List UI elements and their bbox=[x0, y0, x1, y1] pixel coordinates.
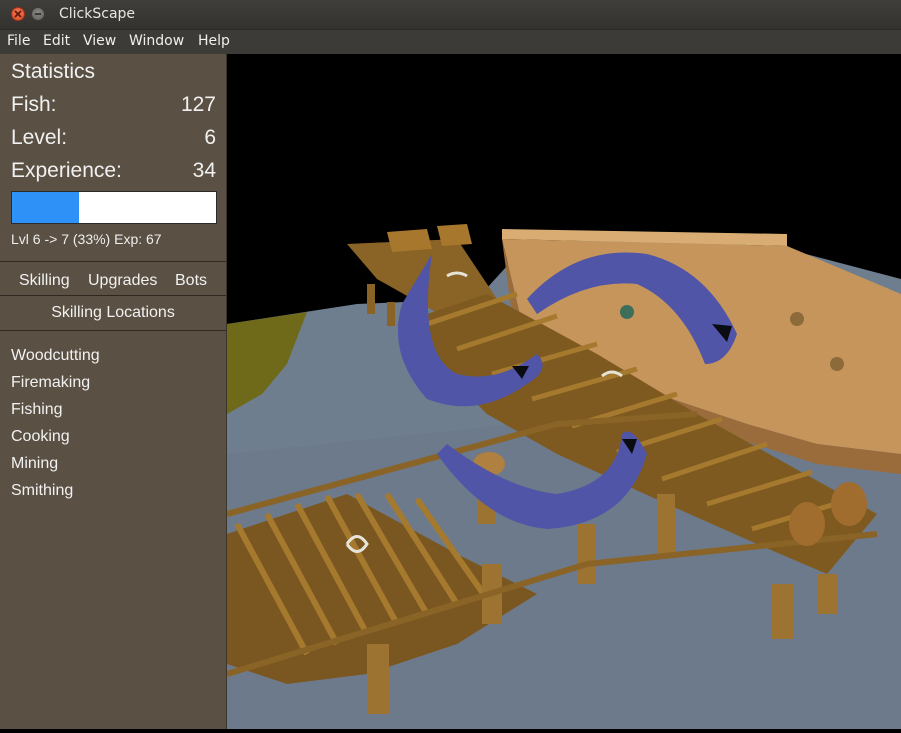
window-title: ClickScape bbox=[59, 6, 136, 22]
minimize-window-button[interactable] bbox=[31, 7, 45, 21]
experience-progress-fill bbox=[12, 192, 80, 223]
menu-window[interactable]: Window bbox=[129, 33, 184, 49]
divider bbox=[0, 330, 226, 331]
tab-upgrades[interactable]: Upgrades bbox=[88, 272, 157, 290]
experience-progress-bar bbox=[11, 191, 217, 224]
fishing-dock-scene bbox=[226, 54, 901, 729]
stat-fish-label: Fish: bbox=[11, 93, 57, 116]
location-woodcutting[interactable]: Woodcutting bbox=[11, 346, 100, 373]
menu-edit[interactable]: Edit bbox=[43, 33, 70, 49]
location-smithing[interactable]: Smithing bbox=[11, 481, 100, 508]
location-cooking[interactable]: Cooking bbox=[11, 427, 100, 454]
menu-view[interactable]: View bbox=[83, 33, 116, 49]
menu-help[interactable]: Help bbox=[198, 33, 230, 49]
stat-experience: Experience: 34 bbox=[11, 159, 216, 187]
minimize-icon bbox=[35, 13, 41, 15]
location-fishing[interactable]: Fishing bbox=[11, 400, 100, 427]
stat-fish: Fish: 127 bbox=[11, 93, 216, 121]
statistics-title: Statistics bbox=[11, 60, 96, 83]
game-viewport[interactable] bbox=[226, 54, 901, 729]
location-mining[interactable]: Mining bbox=[11, 454, 100, 481]
stat-experience-label: Experience: bbox=[11, 159, 122, 182]
stat-fish-value: 127 bbox=[180, 93, 216, 116]
tab-skilling[interactable]: Skilling bbox=[19, 272, 70, 290]
level-progress-text: Lvl 6 -> 7 (33%) Exp: 67 bbox=[11, 231, 162, 247]
skilling-locations-title: Skilling Locations bbox=[51, 304, 175, 321]
skilling-locations-list: Woodcutting Firemaking Fishing Cooking M… bbox=[11, 346, 100, 508]
divider bbox=[0, 261, 226, 262]
location-firemaking[interactable]: Firemaking bbox=[11, 373, 100, 400]
divider bbox=[0, 295, 226, 296]
stat-experience-value: 34 bbox=[192, 159, 216, 182]
tab-bots[interactable]: Bots bbox=[175, 272, 207, 290]
sidebar: Statistics Fish: 127 Level: 6 Experience… bbox=[0, 54, 227, 729]
stat-level-label: Level: bbox=[11, 126, 68, 149]
menu-file[interactable]: File bbox=[7, 33, 30, 49]
window-titlebar: ClickScape bbox=[0, 0, 901, 30]
close-window-button[interactable] bbox=[11, 7, 25, 21]
menu-bar: File Edit View Window Help bbox=[0, 30, 901, 54]
stat-level: Level: 6 bbox=[11, 126, 216, 154]
close-icon bbox=[14, 10, 22, 18]
stat-level-value: 6 bbox=[204, 126, 216, 149]
